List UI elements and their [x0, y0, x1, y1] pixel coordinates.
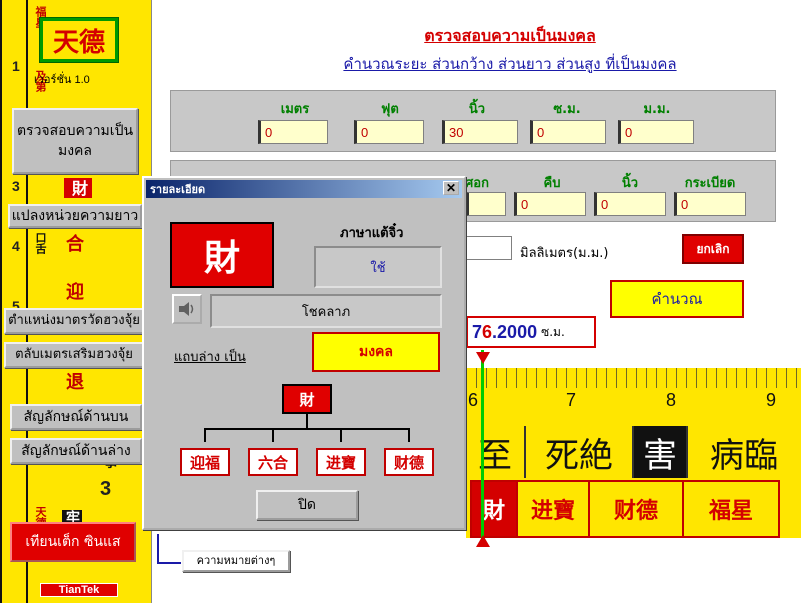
master-button[interactable]: เทียนเต็ก ซินแส	[10, 522, 136, 562]
tree-connector	[204, 428, 206, 442]
position-marker	[481, 350, 484, 545]
ruler-line	[26, 0, 28, 603]
result-decimal: 2000	[497, 321, 538, 342]
upper-symbol-button[interactable]: สัญลักษณ์ด้านบน	[10, 404, 142, 430]
tape-bottom-cell: 进寶	[516, 480, 590, 538]
marker-arrow-up-icon	[476, 535, 490, 547]
dialect-label: ภาษาแต้จิ๋ว	[340, 226, 404, 241]
dialog-title: รายละเอียด	[150, 183, 206, 196]
unit-label: เมตร	[280, 102, 310, 117]
tape-bottom-cell: 财德	[588, 480, 684, 538]
lower-line-label: แถบล่าง เป็น	[174, 350, 246, 365]
convert-units-button[interactable]: แปลงหน่วยความยาว	[8, 204, 142, 228]
mm-value-input[interactable]	[466, 236, 512, 260]
verdict-box: มงคล	[312, 332, 440, 372]
mm-input[interactable]: 0	[618, 120, 694, 144]
app-logo: 天德	[39, 17, 119, 63]
unit-label: ม.ม.	[643, 102, 671, 117]
sok-input[interactable]	[466, 192, 506, 216]
tree-connector	[340, 428, 342, 442]
result-prefix: 7	[472, 321, 483, 342]
tree-child: 迎福	[180, 448, 230, 476]
big-character: 財	[170, 222, 274, 288]
meter-input[interactable]: 0	[258, 120, 328, 144]
measuring-tape: 6 7 8 9 至 死絶 害 病臨 財 进寶 财德 福星	[466, 368, 801, 538]
tape-number: 9	[766, 390, 777, 410]
tape-number: 7	[566, 390, 577, 410]
tree-connector	[204, 428, 410, 430]
ruler-red-text: 迎	[63, 282, 84, 300]
tape-top-cell: 死絶	[526, 426, 634, 478]
page-subtitle: คำนวณระยะ ส่วนกว้าง ส่วนยาว ส่วนสูง ที่เ…	[343, 55, 677, 73]
speaker-icon[interactable]	[172, 294, 202, 324]
unit-label: ซ.ม.	[553, 102, 581, 117]
ruler-number: 4	[12, 238, 20, 254]
tree-connector	[408, 428, 410, 442]
lower-position-button[interactable]: ตลับเมตรเสริมฮวงจุ้ย	[4, 342, 144, 368]
chinese-unit-label: กระเบียด	[684, 176, 736, 191]
result-digit: 6	[482, 321, 493, 342]
mm-label: มิลลิเมตร(ม.ม.)	[520, 246, 609, 261]
tree-child: 进寶	[316, 448, 366, 476]
ruler-red-text: 合	[63, 234, 84, 252]
ruler-number: 3	[100, 478, 112, 500]
ruler-number: 3	[12, 178, 20, 194]
dialog-close-button[interactable]: ปิด	[256, 490, 358, 520]
version-label: เวอร์ชั่น 1.0	[34, 74, 90, 86]
tree-connector	[272, 428, 274, 442]
upper-position-button[interactable]: ตำแหน่งมาตรวัดฮวงจุ้ย	[4, 308, 144, 334]
chinese-inch-input[interactable]: 0	[594, 192, 666, 216]
ruler-black-text: 口舌	[34, 232, 47, 254]
dialog-titlebar[interactable]: รายละเอียด	[146, 180, 462, 198]
kheub-input[interactable]: 0	[514, 192, 586, 216]
details-dialog: รายละเอียด ✕ 財 ภาษาแต้จิ๋ว ใช้ โชคลาภ แถ…	[142, 176, 466, 530]
calculate-button[interactable]: คำนวณ	[610, 280, 744, 318]
tree-child: 六合	[248, 448, 298, 476]
tree-child: 财德	[384, 448, 434, 476]
page-title: ตรวจสอบความเป็นมงคล	[424, 26, 596, 45]
cm-input[interactable]: 0	[530, 120, 606, 144]
tape-number: 6	[468, 390, 479, 410]
pronunciation-box: ใช้	[314, 246, 442, 288]
check-auspicious-button[interactable]: ตรวจสอบความเป็นมงคล	[12, 108, 138, 174]
tape-top-cell: 至	[466, 426, 526, 478]
krabiat-input[interactable]: 0	[674, 192, 746, 216]
tape-bottom-cell: 福星	[682, 480, 780, 538]
ruler-red-text: 退	[63, 372, 84, 390]
ruler-line	[0, 0, 2, 603]
tape-top-cell: 害	[634, 426, 688, 478]
chinese-unit-label: นิ้ว	[621, 176, 639, 191]
ruler-number: 1	[12, 58, 20, 74]
lower-symbol-button[interactable]: สัญลักษณ์ด้านล่าง	[10, 438, 142, 464]
result-unit: ซ.ม.	[541, 324, 565, 339]
inch-input[interactable]: 30	[442, 120, 518, 144]
unit-label: ฟุต	[381, 102, 399, 117]
ruler-red-text: 財	[64, 178, 92, 198]
tree-connector	[306, 414, 308, 428]
dialog-close-icon[interactable]: ✕	[443, 181, 459, 195]
unit-label: นิ้ว	[468, 102, 486, 117]
tape-bottom-cell: 財	[470, 480, 518, 538]
meanings-button[interactable]: ความหมายต่างๆ	[182, 550, 290, 572]
tape-number: 8	[666, 390, 677, 410]
left-ruler-strip: 1 2 3 4 5 3 福星 及第 財 合 迎 退 事 天德 口舌 官事 牢	[0, 0, 152, 603]
cancel-button[interactable]: ยกเลิก	[682, 234, 744, 264]
brand-badge: TianTek	[40, 583, 118, 597]
chinese-unit-label: คืบ	[543, 176, 561, 191]
result-display: 7 6. 2000 ซ.ม.	[466, 316, 596, 348]
tape-top-cell: 病臨	[688, 426, 800, 478]
foot-input[interactable]: 0	[354, 120, 424, 144]
tree-root: 財	[282, 384, 332, 414]
marker-arrow-down-icon	[476, 352, 490, 364]
connector-line	[157, 562, 181, 564]
tape-ticks	[466, 368, 801, 390]
meaning-box: โชคลาภ	[210, 294, 442, 328]
connector-line	[157, 534, 159, 564]
